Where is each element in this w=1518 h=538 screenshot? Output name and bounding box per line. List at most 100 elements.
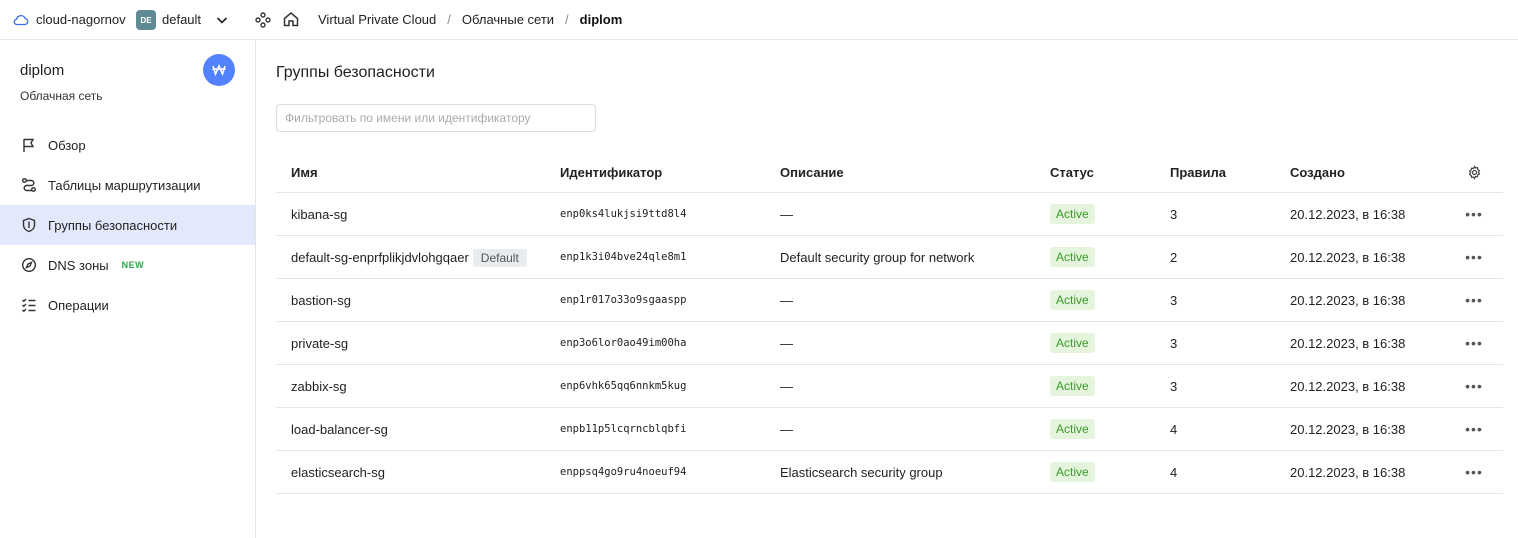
breadcrumb-current: diplom <box>579 12 623 27</box>
row-id: enp6vhk65qq6nnkm5kug <box>560 380 687 392</box>
sidebar-item-dns-zones[interactable]: DNS зоны NEW <box>0 245 255 285</box>
row-name[interactable]: elasticsearch-sg <box>291 465 385 480</box>
more-actions-icon[interactable]: ••• <box>1465 377 1483 395</box>
row-name[interactable]: kibana-sg <box>291 207 347 222</box>
breadcrumb-vpc[interactable]: Virtual Private Cloud <box>318 12 436 27</box>
list-icon <box>20 296 38 314</box>
sidebar-item-label: Таблицы маршрутизации <box>48 177 201 193</box>
status-badge: Active <box>1050 204 1095 224</box>
gear-icon[interactable] <box>1465 163 1483 181</box>
sidebar-item-label: Операции <box>48 297 109 313</box>
new-badge: NEW <box>121 260 145 270</box>
more-actions-icon[interactable]: ••• <box>1465 205 1483 223</box>
more-actions-icon[interactable]: ••• <box>1465 291 1483 309</box>
status-badge: Active <box>1050 333 1095 353</box>
row-rules: 3 <box>1170 292 1178 308</box>
flag-icon <box>20 136 38 154</box>
column-header-description[interactable]: Описание <box>780 165 844 180</box>
cloud-icon <box>13 14 29 26</box>
folder-selector[interactable]: default <box>162 12 201 27</box>
table-row[interactable]: kibana-sg enp0ks4lukjsi9ttd8l4 — Active … <box>276 193 1503 236</box>
row-description: — <box>780 292 793 308</box>
cloud-selector[interactable]: cloud-nagornov <box>36 12 126 27</box>
row-rules: 2 <box>1170 249 1178 265</box>
row-id: enp1r017o33o9sgaaspp <box>560 294 687 306</box>
breadcrumb-separator: / <box>565 12 569 27</box>
row-created: 20.12.2023, в 16:38 <box>1290 464 1406 480</box>
status-badge: Active <box>1050 419 1095 439</box>
row-created: 20.12.2023, в 16:38 <box>1290 421 1406 437</box>
sidebar-item-label: Группы безопасности <box>48 217 178 233</box>
table-header: Имя Идентификатор Описание Статус Правил… <box>276 152 1503 193</box>
row-created: 20.12.2023, в 16:38 <box>1290 206 1406 222</box>
column-header-rules[interactable]: Правила <box>1170 165 1226 180</box>
row-rules: 3 <box>1170 206 1178 222</box>
table-row[interactable]: default-sg-enprfplikjdvlohgqaer Default e… <box>276 236 1503 279</box>
shield-icon <box>20 216 38 234</box>
services-icon[interactable] <box>254 11 272 29</box>
row-rules: 4 <box>1170 464 1178 480</box>
row-description: — <box>780 335 793 351</box>
column-header-created[interactable]: Создано <box>1290 165 1345 180</box>
sidebar-item-label: DNS зоны <box>48 257 109 273</box>
chevron-down-icon[interactable] <box>214 12 230 28</box>
more-actions-icon[interactable]: ••• <box>1465 420 1483 438</box>
network-service-icon <box>203 54 235 86</box>
row-description: Default security group for network <box>780 249 975 265</box>
security-groups-table: Имя Идентификатор Описание Статус Правил… <box>276 152 1503 494</box>
status-badge: Active <box>1050 376 1095 396</box>
table-row[interactable]: elasticsearch-sg enppsq4go9ru4noeuf94 El… <box>276 451 1503 494</box>
row-rules: 3 <box>1170 378 1178 394</box>
row-created: 20.12.2023, в 16:38 <box>1290 249 1406 265</box>
breadcrumb-networks[interactable]: Облачные сети <box>462 12 554 27</box>
table-row[interactable]: bastion-sg enp1r017o33o9sgaaspp — Active… <box>276 279 1503 322</box>
row-rules: 4 <box>1170 421 1178 437</box>
row-name[interactable]: load-balancer-sg <box>291 422 388 437</box>
row-id: enp3o6lor0ao49im00ha <box>560 337 687 349</box>
table-row[interactable]: zabbix-sg enp6vhk65qq6nnkm5kug — Active … <box>276 365 1503 408</box>
more-actions-icon[interactable]: ••• <box>1465 334 1483 352</box>
column-header-id[interactable]: Идентификатор <box>560 165 662 180</box>
more-actions-icon[interactable]: ••• <box>1465 463 1483 481</box>
sidebar: diplom Облачная сеть Обзор Таблицы маршр… <box>0 40 256 538</box>
sidebar-item-overview[interactable]: Обзор <box>0 125 255 165</box>
folder-badge: DE <box>136 10 156 30</box>
page-title: Группы безопасности <box>276 64 435 81</box>
row-rules: 3 <box>1170 335 1178 351</box>
row-name[interactable]: zabbix-sg <box>291 379 347 394</box>
home-icon[interactable] <box>282 10 300 28</box>
sidebar-item-operations[interactable]: Операции <box>0 285 255 325</box>
row-description: Elasticsearch security group <box>780 464 943 480</box>
sidebar-subtitle: Облачная сеть <box>20 89 103 103</box>
row-name[interactable]: default-sg-enprfplikjdvlohgqaer <box>291 250 469 265</box>
filter-input[interactable] <box>276 104 596 132</box>
row-description: — <box>780 378 793 394</box>
row-created: 20.12.2023, в 16:38 <box>1290 335 1406 351</box>
status-badge: Active <box>1050 247 1095 267</box>
row-created: 20.12.2023, в 16:38 <box>1290 378 1406 394</box>
row-name[interactable]: bastion-sg <box>291 293 351 308</box>
row-name[interactable]: private-sg <box>291 336 348 351</box>
column-header-name[interactable]: Имя <box>291 165 318 180</box>
breadcrumb: Virtual Private Cloud / Облачные сети / … <box>318 12 622 27</box>
sidebar-item-security-groups[interactable]: Группы безопасности <box>0 205 255 245</box>
table-row[interactable]: private-sg enp3o6lor0ao49im00ha — Active… <box>276 322 1503 365</box>
row-id: enpb11p5lcqrncblqbfi <box>560 423 687 435</box>
sidebar-item-label: Обзор <box>48 137 86 153</box>
route-icon <box>20 176 38 194</box>
top-bar: cloud-nagornov DE default Virtual Privat… <box>0 0 1518 40</box>
row-description: — <box>780 206 793 222</box>
sidebar-item-route-tables[interactable]: Таблицы маршрутизации <box>0 165 255 205</box>
main-content: Группы безопасности Имя Идентификатор Оп… <box>256 40 1518 538</box>
sidebar-title: diplom <box>20 62 65 79</box>
row-created: 20.12.2023, в 16:38 <box>1290 292 1406 308</box>
row-description: — <box>780 421 793 437</box>
row-name-cell: default-sg-enprfplikjdvlohgqaer Default <box>291 248 527 267</box>
table-row[interactable]: load-balancer-sg enpb11p5lcqrncblqbfi — … <box>276 408 1503 451</box>
default-tag: Default <box>472 248 527 267</box>
column-header-status[interactable]: Статус <box>1050 165 1094 180</box>
status-badge: Active <box>1050 290 1095 310</box>
status-badge: Active <box>1050 462 1095 482</box>
row-id: enppsq4go9ru4noeuf94 <box>560 466 687 478</box>
more-actions-icon[interactable]: ••• <box>1465 248 1483 266</box>
